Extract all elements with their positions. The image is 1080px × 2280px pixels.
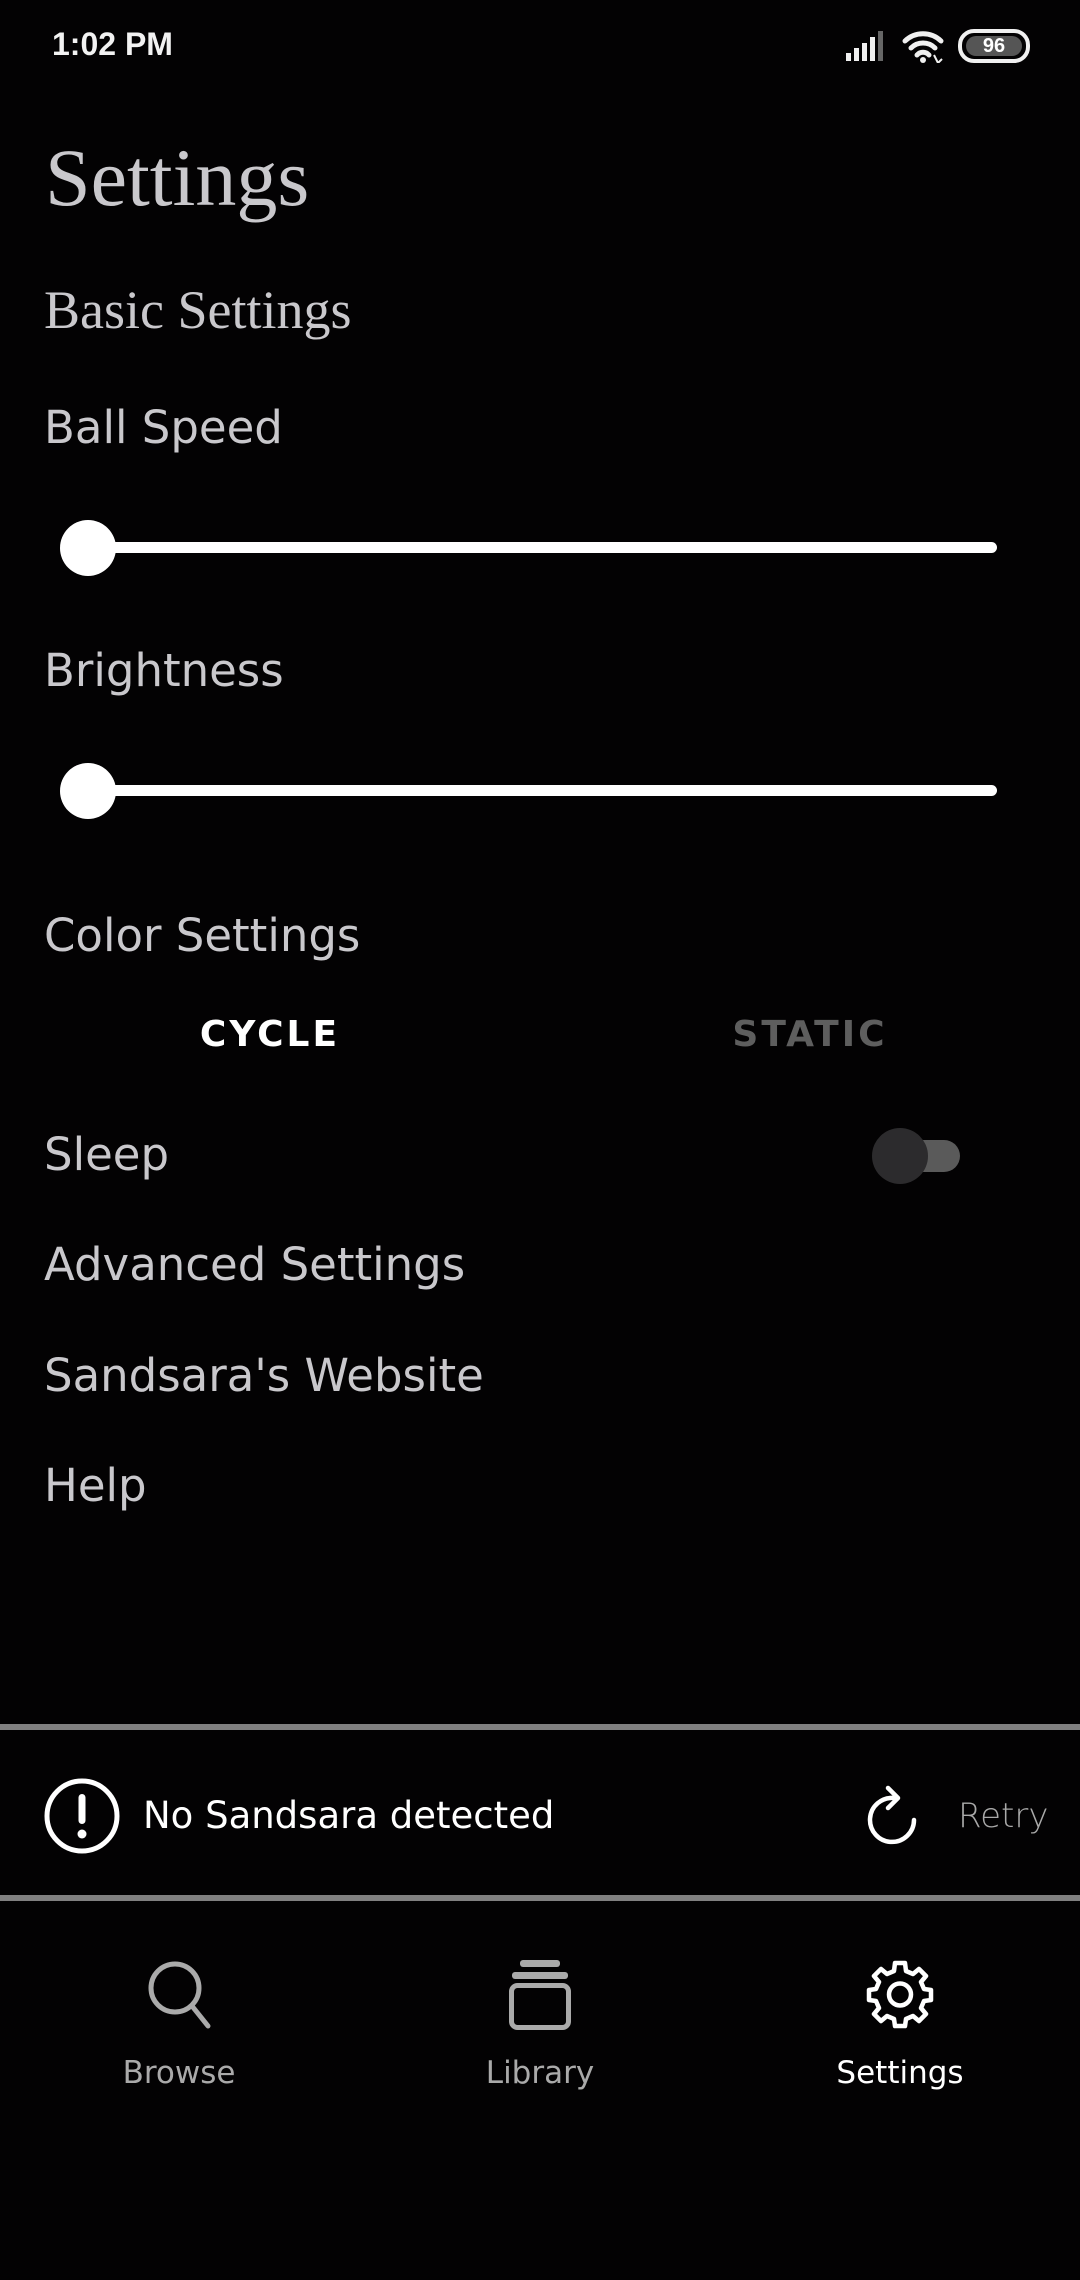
connection-status-text: No Sandsara detected	[143, 1794, 555, 1837]
retry-label: Retry	[958, 1796, 1049, 1836]
bottom-nav: Browse Library Settings	[0, 1905, 1080, 2145]
banner-top-divider	[0, 1724, 1080, 1730]
refresh-icon	[867, 1785, 917, 1845]
color-settings-heading: Color Settings	[44, 909, 361, 962]
nav-settings-label: Settings	[836, 2055, 964, 2091]
sleep-toggle[interactable]	[872, 1126, 964, 1186]
sleep-label: Sleep	[44, 1128, 170, 1181]
status-icons: 96	[844, 26, 1030, 66]
wifi-icon	[902, 31, 944, 63]
ball-speed-slider[interactable]	[60, 518, 1000, 578]
ball-speed-slider-track[interactable]	[88, 542, 997, 553]
brightness-label: Brightness	[44, 644, 284, 697]
nav-settings[interactable]: Settings	[780, 1905, 1020, 2105]
basic-settings-heading: Basic Settings	[44, 280, 352, 340]
nav-browse-label: Browse	[122, 2055, 236, 2091]
banner-bottom-divider	[0, 1895, 1080, 1901]
help-link[interactable]: Help	[44, 1458, 147, 1514]
battery-level: 96	[966, 35, 1022, 57]
ball-speed-label: Ball Speed	[44, 401, 283, 454]
library-icon	[509, 1960, 571, 2030]
search-icon	[148, 1961, 211, 2029]
tab-static[interactable]: STATIC	[540, 1005, 1080, 1065]
nav-browse[interactable]: Browse	[59, 1905, 299, 2105]
status-time: 1:02 PM	[52, 26, 173, 62]
battery-icon: 96	[958, 29, 1030, 63]
signal-icon	[846, 31, 883, 61]
page-title: Settings	[45, 132, 310, 223]
alert-circle-icon	[44, 1778, 120, 1854]
advanced-settings-link[interactable]: Advanced Settings	[44, 1237, 465, 1293]
brightness-slider[interactable]	[60, 761, 1000, 821]
nav-library[interactable]: Library	[420, 1905, 660, 2105]
brightness-slider-track[interactable]	[88, 785, 997, 796]
website-link[interactable]: Sandsara's Website	[44, 1348, 484, 1404]
ball-speed-slider-thumb[interactable]	[60, 520, 116, 576]
brightness-slider-thumb[interactable]	[60, 763, 116, 819]
retry-button[interactable]: Retry	[850, 1770, 1050, 1860]
sleep-toggle-thumb[interactable]	[872, 1128, 928, 1184]
gear-icon	[866, 1960, 934, 2029]
nav-library-label: Library	[485, 2055, 595, 2091]
color-mode-tabs: CYCLE STATIC	[0, 1005, 1080, 1065]
tab-cycle[interactable]: CYCLE	[0, 1005, 540, 1065]
